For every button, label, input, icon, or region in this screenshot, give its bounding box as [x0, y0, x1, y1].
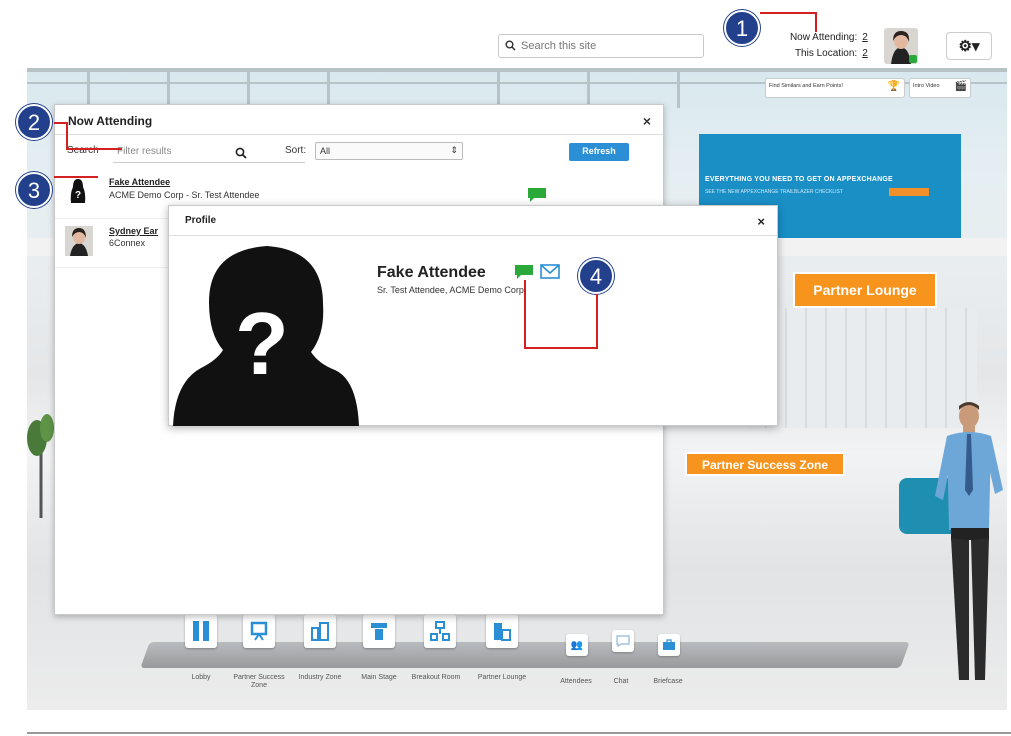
settings-menu-button[interactable]: ⚙▾: [946, 32, 992, 60]
profile-name: Fake Attendee: [377, 264, 486, 281]
nav-label-attendees: Attendees: [560, 678, 592, 685]
nav-partner-success-button[interactable]: [243, 614, 275, 648]
banner-headline: EVERYTHING YOU NEED TO GET ON APPEXCHANG…: [705, 176, 893, 183]
svg-text:?: ?: [75, 190, 81, 201]
profile-chat-icon[interactable]: [514, 264, 534, 280]
annotation-line: [66, 122, 68, 150]
partner-lounge-sign[interactable]: Partner Lounge: [793, 272, 937, 308]
gear-icon: ⚙: [958, 38, 972, 55]
nav-partner-lounge-button[interactable]: [486, 614, 518, 648]
attending-filter-input[interactable]: Filter results: [113, 141, 305, 163]
attendee-name[interactable]: Sydney Ear: [109, 226, 158, 236]
svg-text:?: ?: [235, 294, 289, 393]
nav-industry-zone-button[interactable]: [304, 614, 336, 648]
profile-panel: Profile × ? Fake Attendee Sr. Test Atten…: [168, 205, 778, 426]
this-location-count[interactable]: 2: [860, 48, 870, 59]
annotation-line: [66, 148, 122, 150]
annotation-marker-2: 2: [16, 104, 52, 140]
intro-video-label: Intro Video: [913, 83, 940, 89]
find-similars-label: Find Similars and Earn Points!: [769, 83, 843, 89]
attendee-name[interactable]: Fake Attendee: [109, 177, 170, 187]
annotation-marker-1: 1: [724, 10, 760, 46]
sort-label: Sort:: [285, 145, 307, 156]
attendee-photo: [65, 226, 93, 256]
filter-search-icon[interactable]: [235, 147, 247, 159]
bottom-divider: [27, 732, 1011, 734]
sort-select[interactable]: All ⇕: [315, 142, 463, 160]
nav-chat-button[interactable]: [612, 630, 634, 652]
nav-briefcase-button[interactable]: [658, 634, 680, 656]
annotation-marker-4: 4: [578, 258, 614, 294]
nav-label-partner-lounge: Partner Lounge: [477, 674, 527, 681]
annotation-line: [54, 176, 98, 178]
profile-silhouette-image: ?: [173, 246, 359, 426]
nav-label-briefcase: Briefcase: [653, 678, 683, 685]
annotation-line: [524, 280, 526, 348]
find-similars-button[interactable]: Find Similars and Earn Points! 🏆: [765, 78, 905, 98]
banner-subtext: SEE THE NEW APPEXCHANGE TRAILBLAZER CHEC…: [705, 189, 843, 195]
this-location-label: This Location:: [794, 48, 858, 59]
briefcase-icon: [663, 639, 675, 650]
search-icon: [505, 40, 516, 51]
nav-label-partner-success: Partner Success Zone: [233, 674, 285, 689]
nav-label-breakout-room: Breakout Room: [411, 674, 461, 681]
chevron-down-icon: ▾: [971, 38, 980, 55]
profile-subtitle: Sr. Test Attendee, ACME Demo Corp: [377, 285, 524, 295]
now-attending-stat: Now Attending: 2: [760, 32, 870, 43]
now-attending-close-button[interactable]: ×: [643, 113, 651, 129]
nav-lobby-button[interactable]: [185, 614, 217, 648]
nav-label-main-stage: Main Stage: [361, 674, 397, 681]
attendee-company: ACME Demo Corp - Sr. Test Attendee: [109, 190, 260, 200]
lounge-building-icon: [494, 623, 511, 641]
annotation-marker-3: 3: [16, 172, 52, 208]
chat-bubble-icon: [616, 635, 630, 647]
intro-video-button[interactable]: Intro Video 🎬: [909, 78, 971, 98]
nav-label-lobby: Lobby: [191, 674, 211, 681]
host-avatar-figure[interactable]: [929, 400, 1007, 690]
people-icon: 👥: [570, 639, 584, 651]
plant-decoration: [27, 414, 54, 518]
attending-search-label: Search: [67, 145, 99, 156]
profile-title: Profile: [169, 206, 777, 236]
now-attending-count[interactable]: 2: [860, 32, 870, 43]
profile-close-button[interactable]: ×: [757, 214, 765, 229]
org-chart-icon: [430, 621, 450, 641]
banner-cta[interactable]: [889, 188, 929, 196]
annotation-line: [815, 12, 817, 32]
door-icon: [193, 621, 209, 641]
presentation-icon: [250, 621, 268, 641]
nav-label-industry-zone: Industry Zone: [298, 674, 342, 681]
partner-success-zone-sign[interactable]: Partner Success Zone: [685, 452, 845, 476]
annotation-line: [760, 12, 816, 14]
attendee-company: 6Connex: [109, 238, 146, 248]
trophy-icon: 🏆: [887, 81, 900, 92]
this-location-stat: This Location: 2: [760, 48, 870, 59]
now-attending-label: Now Attending:: [789, 32, 858, 43]
sort-select-value: All: [320, 146, 331, 156]
nav-breakout-room-button[interactable]: [424, 614, 456, 648]
podium-icon: [371, 623, 387, 640]
buildings-icon: [311, 622, 329, 641]
select-arrows-icon: ⇕: [450, 145, 458, 155]
nav-label-chat: Chat: [613, 678, 629, 685]
chat-icon[interactable]: [527, 187, 547, 203]
annotation-line: [524, 347, 598, 349]
site-search-placeholder: Search this site: [521, 40, 597, 52]
refresh-button[interactable]: Refresh: [569, 143, 629, 161]
site-search-input[interactable]: Search this site: [498, 34, 704, 58]
user-avatar[interactable]: [884, 28, 918, 64]
annotation-line: [54, 122, 66, 124]
annotation-line: [596, 294, 598, 348]
nav-main-stage-button[interactable]: [363, 614, 395, 648]
clapperboard-icon: 🎬: [954, 81, 967, 92]
now-attending-title: Now Attending: [55, 105, 663, 135]
nav-attendees-button[interactable]: 👥: [566, 634, 588, 656]
silhouette-avatar-icon: ?: [70, 179, 86, 203]
profile-email-icon[interactable]: [540, 264, 560, 280]
